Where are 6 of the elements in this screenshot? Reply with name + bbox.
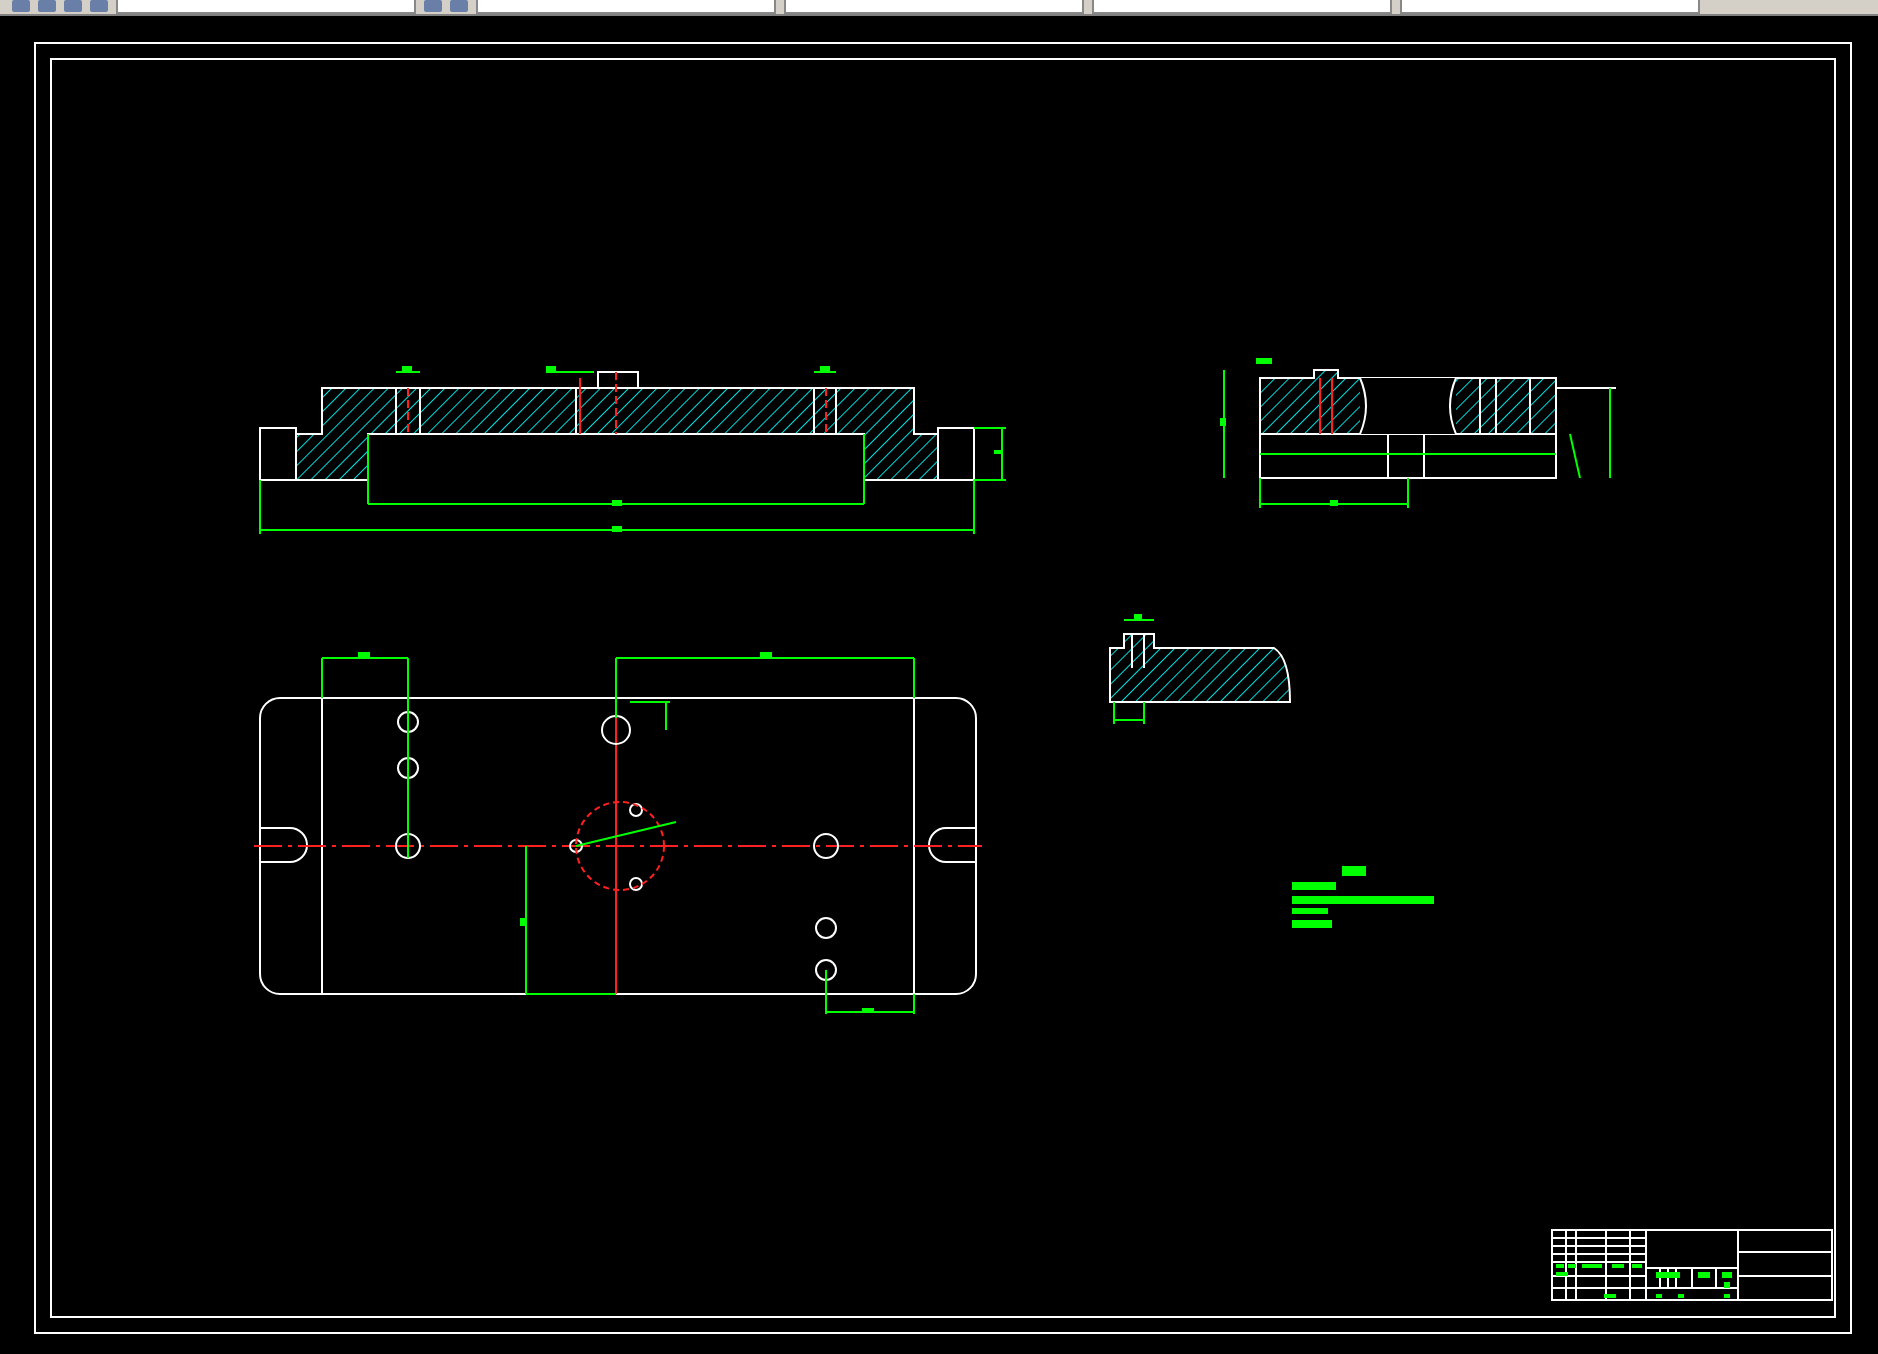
dropdown-field[interactable] bbox=[116, 0, 416, 14]
dropdown-field[interactable] bbox=[476, 0, 776, 14]
dropdown-field[interactable] bbox=[784, 0, 1084, 14]
dropdown-field[interactable] bbox=[1092, 0, 1392, 14]
notes-text-drawing bbox=[1292, 866, 1434, 928]
dropdown-field[interactable] bbox=[1400, 0, 1700, 14]
